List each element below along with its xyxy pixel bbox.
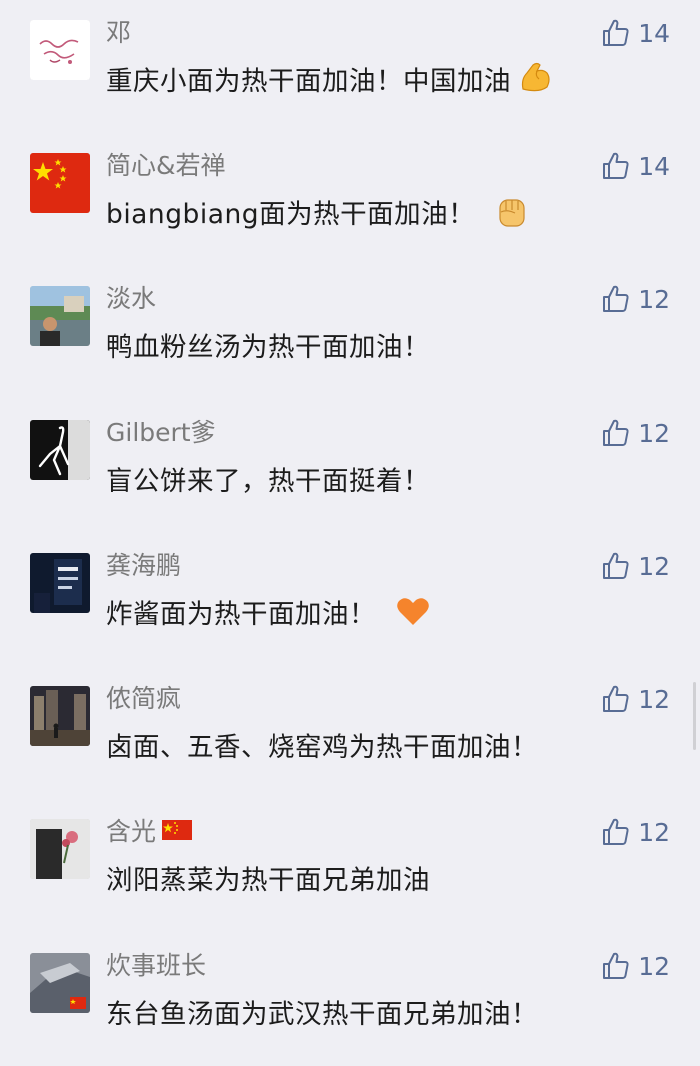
raised-fist-emoji (493, 192, 531, 230)
commenter-name[interactable]: 炊事班长 (106, 947, 206, 981)
comment-item: Gilbert爹 盲公饼来了，热干面挺着！ 12 (0, 400, 700, 533)
commenter-name[interactable]: Gilbert爹 (106, 414, 216, 448)
like-count: 12 (638, 951, 670, 981)
like-count: 12 (638, 684, 670, 714)
thumbs-up-icon (600, 17, 632, 49)
commenter-name[interactable]: 侬简疯 (106, 680, 181, 714)
comment-item: 侬简疯 卤面、五香、烧窑鸡为热干面加油！ 12 (0, 666, 700, 799)
like-button[interactable]: 14 (600, 147, 670, 185)
comment-text: 鸭血粉丝汤为热干面加油！ (106, 331, 430, 363)
avatar[interactable] (30, 819, 90, 879)
comment-item: 淡水 鸭血粉丝汤为热干面加油！ 12 (0, 266, 700, 399)
thumbs-up-icon (600, 150, 632, 182)
avatar[interactable] (30, 553, 90, 613)
avatar[interactable] (30, 420, 90, 480)
thumbs-up-icon (600, 950, 632, 982)
comment-text: 卤面、五香、烧窑鸡为热干面加油！ (106, 731, 538, 763)
comment-item: 龚海鹏 炸酱面为热干面加油！ 12 (0, 533, 700, 666)
comment-text: 东台鱼汤面为武汉热干面兄弟加油！ (106, 998, 538, 1030)
thumbs-up-icon (600, 683, 632, 715)
avatar[interactable] (30, 286, 90, 346)
like-button[interactable]: 12 (600, 680, 670, 718)
avatar[interactable] (30, 153, 90, 213)
comment-item: 邓 重庆小面为热干面加油！中国加油 14 (0, 0, 700, 133)
like-count: 12 (638, 817, 670, 847)
avatar[interactable] (30, 20, 90, 80)
like-count: 12 (638, 418, 670, 448)
comment-item: 含光 浏阳蒸菜为热干面兄弟加油 12 (0, 799, 700, 932)
avatar[interactable] (30, 953, 90, 1013)
avatar[interactable] (30, 686, 90, 746)
like-count: 14 (638, 18, 670, 48)
china-flag-emoji (162, 820, 193, 840)
comment-text: biangbiang面为热干面加油！ (106, 189, 531, 233)
like-button[interactable]: 12 (600, 947, 670, 985)
thumbs-up-icon (600, 550, 632, 582)
flexed-biceps-emoji (517, 59, 555, 97)
like-button[interactable]: 14 (600, 14, 670, 52)
like-count: 12 (638, 551, 670, 581)
like-button[interactable]: 12 (600, 547, 670, 585)
comment-item: 炊事班长 东台鱼汤面为武汉热干面兄弟加油！ 12 (0, 933, 700, 1066)
like-count: 12 (638, 284, 670, 314)
commenter-name[interactable]: 含光 (106, 813, 193, 847)
comment-text: 重庆小面为热干面加油！中国加油 (106, 56, 555, 100)
like-button[interactable]: 12 (600, 813, 670, 851)
comment-text: 浏阳蒸菜为热干面兄弟加油 (106, 864, 430, 896)
orange-heart-emoji (394, 592, 432, 630)
thumbs-up-icon (600, 283, 632, 315)
commenter-name[interactable]: 龚海鹏 (106, 547, 181, 581)
commenter-name[interactable]: 淡水 (106, 280, 156, 314)
like-button[interactable]: 12 (600, 280, 670, 318)
commenter-name[interactable]: 邓 (106, 14, 131, 48)
thumbs-up-icon (600, 417, 632, 449)
thumbs-up-icon (600, 816, 632, 848)
comment-text: 盲公饼来了，热干面挺着！ (106, 465, 430, 497)
like-button[interactable]: 12 (600, 414, 670, 452)
comment-text: 炸酱面为热干面加油！ (106, 589, 432, 633)
like-count: 14 (638, 151, 670, 181)
scrollbar[interactable] (693, 682, 696, 750)
commenter-name[interactable]: 简心&若禅 (106, 147, 226, 181)
comment-item: 简心&若禅 biangbiang面为热干面加油！ 14 (0, 133, 700, 266)
